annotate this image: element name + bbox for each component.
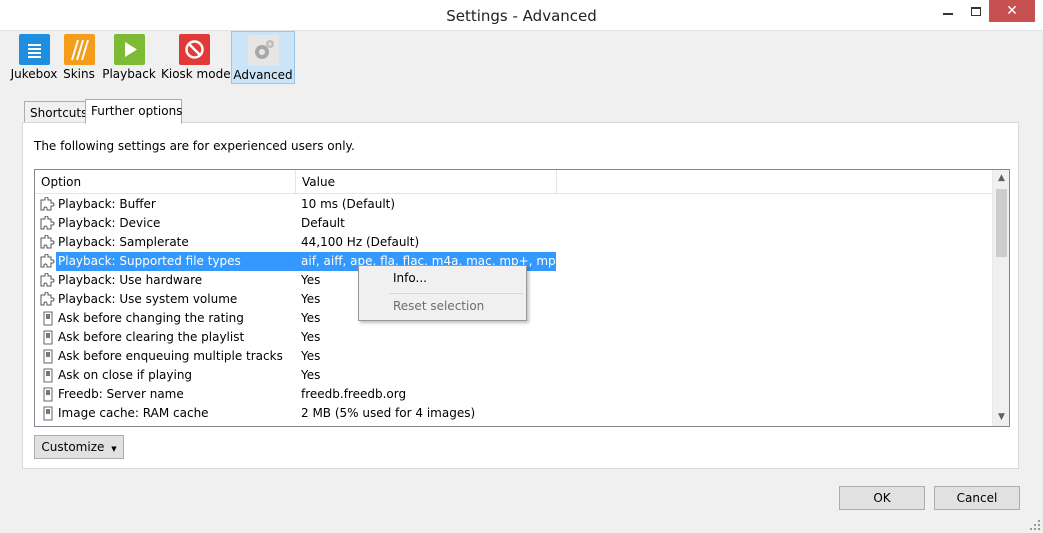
list-row[interactable]: Playback: Samplerate 44,100 Hz (Default) [35,233,993,252]
list-header: Option Value [35,170,993,194]
no-entry-icon [178,34,210,65]
row-value: 44,100 Hz (Default) [301,235,420,249]
minimize-icon [943,13,953,15]
toolbar-label: Jukebox [10,67,58,81]
row-value: Yes [301,311,321,325]
close-icon: ✕ [1006,3,1018,19]
switch-icon [40,406,56,421]
play-icon [113,34,145,65]
list-row[interactable]: Playback: Buffer 10 ms (Default) [35,195,993,214]
toolbar-label: Kiosk mode [161,67,231,81]
switch-icon [40,349,56,364]
row-option: Ask before changing the rating [58,311,244,325]
scroll-down-icon[interactable]: ▼ [993,409,1009,426]
toolbar-label: Skins [63,67,95,81]
row-option: Freedb: Server name [58,387,184,401]
tab-shortcuts[interactable]: Shortcuts [24,101,88,123]
switch-icon [40,387,56,402]
list-row[interactable]: Playback: Device Default [35,214,993,233]
menu-separator [389,293,523,294]
row-option: Image cache: RAM cache [58,406,209,420]
title-bar: Settings - Advanced ✕ [0,0,1043,31]
intro-text: The following settings are for experienc… [34,139,355,153]
switch-icon [40,368,56,383]
list-row[interactable]: Ask before clearing the playlist Yes [35,328,993,347]
row-option: Ask before enqueuing multiple tracks [58,349,283,363]
scrollbar-thumb[interactable] [996,189,1007,257]
context-menu: Info... Reset selection [358,265,527,321]
puzzle-icon [40,196,56,212]
list-row[interactable]: Ask before enqueuing multiple tracks Yes [35,347,993,366]
row-option: Playback: Supported file types [58,254,241,268]
dropdown-arrow-icon: ▼ [111,445,117,453]
scroll-up-icon[interactable]: ▲ [993,170,1009,187]
maximize-button[interactable] [963,0,989,22]
vertical-scrollbar[interactable]: ▲ ▼ [992,170,1009,426]
row-value: Yes [301,292,321,306]
row-option: Playback: Samplerate [58,235,189,249]
ok-button[interactable]: OK [839,486,925,510]
list-row[interactable]: Image cache: RAM cache 2 MB (5% used for … [35,404,993,423]
row-value: Yes [301,330,321,344]
row-value: 2 MB (5% used for 4 images) [301,406,476,420]
toolbar-playback[interactable]: Playback [102,31,156,84]
puzzle-icon [40,234,56,250]
window-title: Settings - Advanced [446,7,597,25]
switch-icon [40,311,56,326]
column-header-value[interactable]: Value [296,170,557,194]
menu-item-reset-selection[interactable]: Reset selection [393,299,484,313]
row-option: Playback: Device [58,216,161,230]
row-option: Ask on close if playing [58,368,193,382]
row-value: 10 ms (Default) [301,197,396,211]
gear-icon [247,35,279,66]
toolbar-skins[interactable]: Skins [61,31,97,84]
customize-button[interactable]: Customize ▼ [34,435,124,459]
puzzle-icon [40,272,56,288]
tab-further-options[interactable]: Further options [85,99,182,124]
customize-label: Customize [41,440,105,454]
tab-label: Further options [91,104,183,118]
toolbar-label: Playback [102,67,156,81]
maximize-icon [971,6,981,16]
toolbar-jukebox[interactable]: Jukebox [10,31,58,84]
settings-toolbar: Jukebox Skins Playback Kiosk mode Advanc… [0,31,1043,87]
tab-label: Shortcuts [30,106,88,120]
row-option: Playback: Use hardware [58,273,203,287]
row-value: Yes [301,349,321,363]
toolbar-label: Advanced [233,68,293,82]
puzzle-icon [40,253,56,269]
column-header-option[interactable]: Option [35,170,296,194]
row-value: freedb.freedb.org [301,387,407,401]
row-value: Default [301,216,345,230]
row-option: Playback: Buffer [58,197,156,211]
puzzle-icon [40,215,56,231]
switch-icon [40,330,56,345]
list-row[interactable]: Ask on close if playing Yes [35,366,993,385]
jukebox-icon [18,34,50,65]
row-option: Ask before clearing the playlist [58,330,245,344]
puzzle-icon [40,291,56,307]
list-row[interactable]: Freedb: Server name freedb.freedb.org [35,385,993,404]
toolbar-kiosk-mode[interactable]: Kiosk mode [161,31,231,84]
resize-grip-icon[interactable] [1029,519,1041,531]
row-value: Yes [301,273,321,287]
row-option: Playback: Use system volume [58,292,238,306]
close-button[interactable]: ✕ [989,0,1035,22]
toolbar-advanced[interactable]: Advanced [231,31,295,84]
minimize-button[interactable] [933,0,963,22]
skins-icon [63,34,95,65]
menu-item-info[interactable]: Info... [393,271,427,285]
cancel-button[interactable]: Cancel [934,486,1020,510]
row-value: Yes [301,368,321,382]
